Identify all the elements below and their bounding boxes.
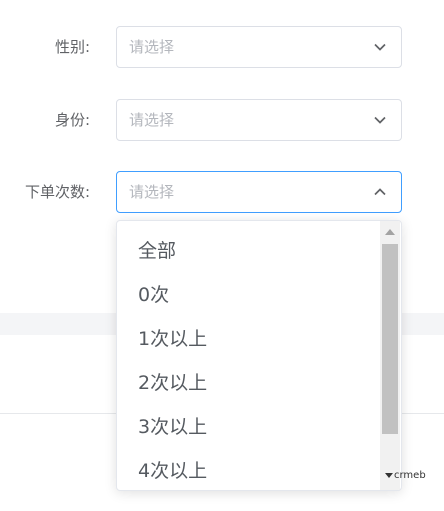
watermark: crmeb [385,470,426,481]
order-count-dropdown: 全部 0次 1次以上 2次以上 3次以上 4次以上 [116,220,402,491]
chevron-down-icon [374,116,386,124]
watermark-text: crmeb [394,470,426,481]
dropdown-option[interactable]: 2次以上 [117,361,381,405]
dropdown-option[interactable]: 全部 [117,229,381,273]
identity-label: 身份: [54,111,90,129]
triangle-down-icon [385,472,393,478]
page: 性别: 请选择 身份: 请选择 下单次数: 请选择 全部 0次 1次以上 2次以… [0,0,444,511]
scroll-thumb[interactable] [382,244,398,434]
dropdown-option[interactable]: 4次以上 [117,449,381,490]
dropdown-scrollbar[interactable] [380,221,400,490]
order-count-select[interactable]: 请选择 [116,171,402,213]
dropdown-option[interactable]: 0次 [117,273,381,317]
scroll-up-arrow-icon[interactable] [385,229,395,235]
gender-select[interactable]: 请选择 [116,26,402,68]
chevron-down-icon [374,43,386,51]
identity-select[interactable]: 请选择 [116,99,402,141]
order-count-label: 下单次数: [24,183,90,201]
dropdown-option[interactable]: 3次以上 [117,405,381,449]
chevron-up-icon [374,188,386,196]
gender-label: 性别: [54,38,90,56]
order-count-placeholder: 请选择 [129,183,175,201]
identity-placeholder: 请选择 [129,111,175,129]
dropdown-option[interactable]: 1次以上 [117,317,381,361]
gender-placeholder: 请选择 [129,38,175,56]
